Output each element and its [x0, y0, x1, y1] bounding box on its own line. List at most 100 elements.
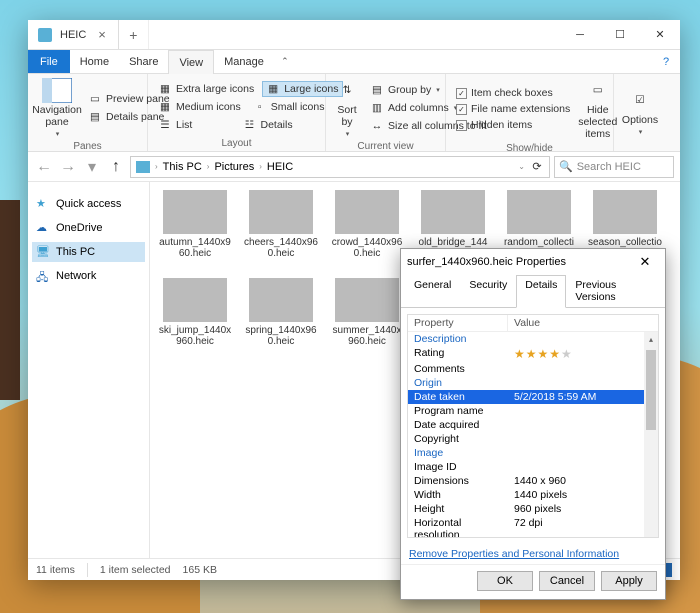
- prop-comments[interactable]: Comments: [408, 362, 658, 376]
- thumbnails-icon: ▦: [158, 100, 172, 114]
- small-icons-button[interactable]: ▫Small icons: [249, 99, 329, 115]
- thumbnail-image: [163, 278, 227, 322]
- section-description: Description: [408, 332, 508, 346]
- thumbnail-image: [249, 190, 313, 234]
- list-icon: ☰: [158, 118, 172, 132]
- fit-icon: ↔: [370, 119, 384, 133]
- property-list: PropertyValue Description Rating★★★★★ Co…: [407, 314, 659, 538]
- nav-this-pc[interactable]: 🖥This PC: [32, 242, 145, 262]
- file-item[interactable]: crowd_1440x960.heic: [330, 190, 404, 270]
- tab-security[interactable]: Security: [460, 275, 516, 307]
- breadcrumb-thispc[interactable]: This PC: [160, 161, 205, 173]
- menu-manage[interactable]: Manage: [214, 50, 274, 73]
- sort-icon: ⇅: [332, 78, 362, 102]
- file-item[interactable]: summer_1440x960.heic: [330, 278, 404, 347]
- prop-copyright[interactable]: Copyright: [408, 432, 658, 446]
- dialog-titlebar[interactable]: surfer_1440x960.heic Properties ✕: [401, 249, 665, 275]
- tab-details[interactable]: Details: [516, 275, 566, 308]
- file-name: ski_jump_1440x960.heic: [158, 325, 232, 347]
- remove-properties-link[interactable]: Remove Properties and Personal Informati…: [401, 544, 665, 564]
- search-placeholder: Search HEIC: [577, 161, 641, 173]
- up-button[interactable]: ↑: [106, 157, 126, 177]
- navigation-pane-button[interactable]: Navigation pane ▾: [34, 76, 80, 140]
- sort-by-button[interactable]: ⇅ Sort by ▾: [332, 76, 362, 140]
- prop-date-acquired[interactable]: Date acquired: [408, 418, 658, 432]
- tab-general[interactable]: General: [405, 275, 460, 307]
- file-item[interactable]: autumn_1440x960.heic: [158, 190, 232, 270]
- section-origin: Origin: [408, 376, 508, 390]
- hide-icon: ▭: [583, 78, 613, 102]
- prop-height[interactable]: Height960 pixels: [408, 502, 658, 516]
- cancel-button[interactable]: Cancel: [539, 571, 595, 591]
- tab-previous-versions[interactable]: Previous Versions: [566, 275, 661, 307]
- status-size: 165 KB: [183, 564, 217, 576]
- ok-button[interactable]: OK: [477, 571, 533, 591]
- menu-home[interactable]: Home: [70, 50, 119, 73]
- tab-heic[interactable]: HEIC ×: [28, 20, 119, 49]
- apply-button[interactable]: Apply: [601, 571, 657, 591]
- scroll-thumb[interactable]: [646, 350, 656, 430]
- nav-quick-access[interactable]: ★Quick access: [32, 194, 145, 214]
- scroll-up-icon[interactable]: ▴: [644, 332, 658, 346]
- tab-title: HEIC: [60, 29, 86, 41]
- file-item[interactable]: ski_jump_1440x960.heic: [158, 278, 232, 347]
- maximize-button[interactable]: ☐: [600, 20, 640, 50]
- menu-share[interactable]: Share: [119, 50, 168, 73]
- hide-selected-button[interactable]: ▭ Hide selected items: [578, 76, 617, 142]
- star-icon: ★: [36, 197, 50, 211]
- prop-image-id[interactable]: Image ID: [408, 460, 658, 474]
- options-icon: ☑: [625, 88, 655, 112]
- hidden-items-toggle[interactable]: Hidden items: [452, 118, 574, 132]
- prop-hres[interactable]: Horizontal resolution72 dpi: [408, 516, 658, 538]
- ribbon: Navigation pane ▾ ▭Preview pane ▤Details…: [28, 74, 680, 152]
- collapse-ribbon-icon[interactable]: ⌃: [274, 50, 296, 73]
- file-item[interactable]: spring_1440x960.heic: [244, 278, 318, 347]
- chevron-right-icon: ›: [259, 162, 262, 171]
- minimize-button[interactable]: ─: [560, 20, 600, 50]
- medium-icons-button[interactable]: ▦Medium icons: [154, 99, 245, 115]
- help-icon[interactable]: ?: [652, 50, 680, 73]
- nav-network[interactable]: 🖧Network: [32, 266, 145, 286]
- file-item[interactable]: cheers_1440x960.heic: [244, 190, 318, 270]
- menu-view[interactable]: View: [168, 50, 214, 74]
- prop-rating[interactable]: Rating★★★★★: [408, 346, 658, 362]
- dialog-close-button[interactable]: ✕: [631, 254, 659, 270]
- forward-button[interactable]: →: [58, 157, 78, 177]
- prop-program-name[interactable]: Program name: [408, 404, 658, 418]
- search-icon: 🔍: [559, 160, 573, 173]
- checkbox-icon: [456, 120, 467, 131]
- file-name: autumn_1440x960.heic: [158, 237, 232, 259]
- chevron-right-icon: ›: [155, 162, 158, 171]
- search-input[interactable]: 🔍 Search HEIC: [554, 156, 674, 178]
- close-button[interactable]: ✕: [640, 20, 680, 50]
- details-icon: ☳: [243, 118, 257, 132]
- scrollbar[interactable]: ▴ ▾: [644, 332, 658, 538]
- history-dropdown-icon[interactable]: ▾: [82, 157, 102, 177]
- options-button[interactable]: ☑ Options ▾: [620, 76, 660, 148]
- checkbox-icon: ✓: [456, 104, 467, 115]
- file-extensions-toggle[interactable]: ✓File name extensions: [452, 102, 574, 116]
- thumbnails-icon: ▦: [158, 82, 172, 96]
- breadcrumb-pictures[interactable]: Pictures: [211, 161, 257, 173]
- thumbnail-image: [335, 278, 399, 322]
- refresh-button[interactable]: ⟳: [527, 157, 547, 177]
- prop-width[interactable]: Width1440 pixels: [408, 488, 658, 502]
- prop-date-taken[interactable]: Date taken5/2/2018 5:59 AM: [408, 390, 658, 404]
- extra-large-icons-button[interactable]: ▦Extra large icons: [154, 81, 258, 97]
- chevron-down-icon[interactable]: ⌄: [518, 162, 525, 171]
- prop-dimensions[interactable]: Dimensions1440 x 960: [408, 474, 658, 488]
- breadcrumb[interactable]: › This PC › Pictures › HEIC ⌄ ⟳: [130, 156, 550, 178]
- list-view-button[interactable]: ☰List: [154, 117, 235, 133]
- new-tab-button[interactable]: +: [119, 20, 149, 49]
- nav-onedrive[interactable]: ☁OneDrive: [32, 218, 145, 238]
- item-checkboxes-toggle[interactable]: ✓Item check boxes: [452, 86, 574, 100]
- close-tab-icon[interactable]: ×: [94, 27, 110, 42]
- details-view-button[interactable]: ☳Details: [239, 117, 320, 133]
- file-name: summer_1440x960.heic: [330, 325, 404, 347]
- chevron-down-icon: ▾: [56, 130, 60, 138]
- chevron-right-icon: ›: [207, 162, 210, 171]
- menu-file[interactable]: File: [28, 50, 70, 73]
- back-button[interactable]: ←: [34, 157, 54, 177]
- breadcrumb-heic[interactable]: HEIC: [264, 161, 296, 173]
- section-image: Image: [408, 446, 508, 460]
